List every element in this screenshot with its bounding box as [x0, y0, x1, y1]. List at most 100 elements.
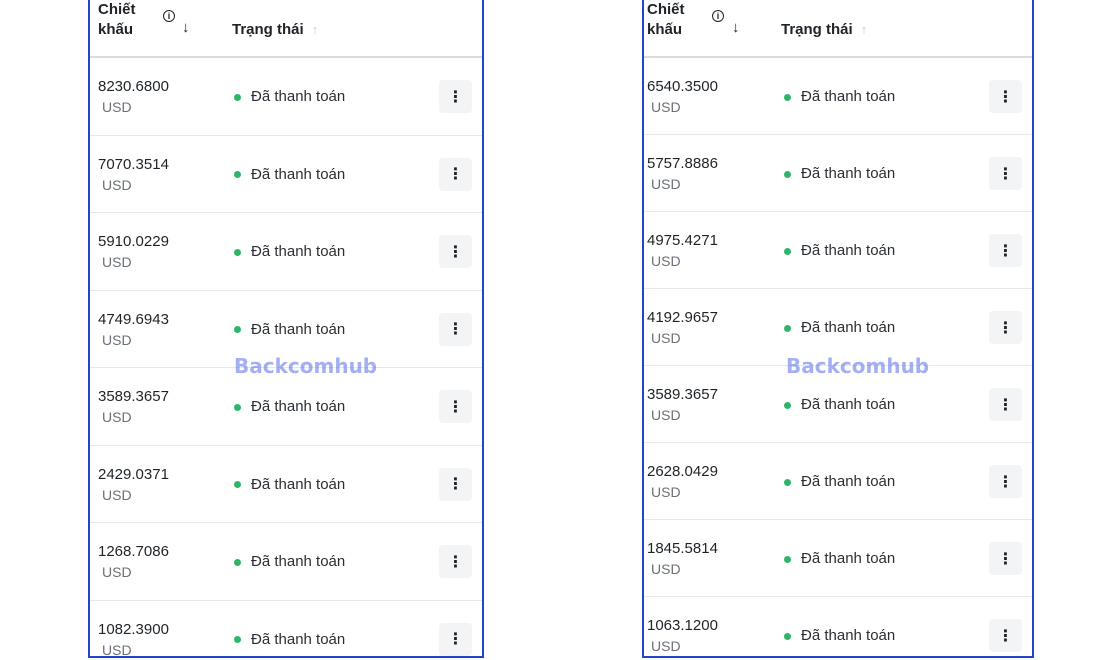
status-dot-icon	[234, 558, 241, 566]
payment-status: Đã thanh toán	[784, 318, 895, 338]
discount-amount: 4749.6943	[98, 310, 169, 328]
currency-code: USD	[102, 641, 132, 658]
currency-code: USD	[102, 486, 132, 503]
table-row[interactable]: 5757.8886 USD Đã thanh toán ⋮	[644, 135, 1032, 212]
more-vertical-icon: ⋮	[997, 396, 1014, 414]
left-table-panel: Chiết khấu i ↓ Trạng thái ↑ 8230.6800 USD…	[88, 0, 484, 658]
status-dot-icon	[784, 170, 791, 178]
table-row[interactable]: 6540.3500 USD Đã thanh toán ⋮	[644, 58, 1032, 135]
column-header-discount[interactable]: Chiết khấu	[647, 0, 692, 40]
discount-amount: 6540.3500	[647, 78, 718, 95]
column-header-status[interactable]: Trạng thái ↑	[781, 20, 867, 40]
column-header-status[interactable]: Trạng thái ↑	[232, 20, 318, 40]
table-row[interactable]: 2628.0429 USD Đã thanh toán ⋮	[644, 443, 1032, 520]
table-row[interactable]: 4975.4271 USD Đã thanh toán ⋮	[644, 212, 1032, 289]
currency-code: USD	[651, 99, 681, 115]
row-actions-button[interactable]: ⋮	[439, 390, 472, 423]
table-row[interactable]: 1845.5814 USD Đã thanh toán ⋮	[644, 520, 1032, 597]
payment-status: Đã thanh toán	[784, 87, 895, 107]
currency-code: USD	[102, 99, 132, 115]
more-vertical-icon: ⋮	[997, 242, 1014, 260]
status-dot-icon	[784, 632, 791, 640]
more-vertical-icon: ⋮	[997, 165, 1014, 183]
more-vertical-icon: ⋮	[997, 319, 1014, 337]
payment-status-label: Đã thanh toán	[251, 243, 346, 260]
sort-ascending-icon[interactable]: ↑	[312, 20, 319, 40]
payment-status-label: Đã thanh toán	[801, 88, 896, 105]
table-row[interactable]: 3589.3657 USD Đã thanh toán ⋮	[90, 368, 482, 446]
currency-code: USD	[651, 253, 681, 269]
currency-code: USD	[651, 561, 681, 577]
row-actions-button[interactable]: ⋮	[439, 622, 472, 656]
currency-code: USD	[651, 407, 681, 423]
more-vertical-icon: ⋮	[997, 550, 1014, 568]
more-vertical-icon: ⋮	[447, 398, 464, 416]
row-actions-button[interactable]: ⋮	[439, 235, 472, 268]
payment-status: Đã thanh toán	[234, 87, 345, 107]
row-actions-button[interactable]: ⋮	[989, 619, 1022, 652]
discount-amount: 7070.3514	[98, 155, 169, 173]
info-icon[interactable]: i	[712, 10, 724, 22]
sort-descending-icon[interactable]: ↓	[182, 20, 190, 36]
row-actions-button[interactable]: ⋮	[989, 465, 1022, 498]
info-icon[interactable]: i	[163, 10, 175, 22]
discount-amount: 1082.3900	[98, 620, 169, 638]
currency-code: USD	[651, 176, 681, 192]
row-actions-button[interactable]: ⋮	[989, 388, 1022, 421]
status-dot-icon	[784, 401, 791, 409]
payment-status: Đã thanh toán	[234, 630, 345, 650]
row-actions-button[interactable]: ⋮	[989, 234, 1022, 267]
discount-amount: 2429.0371	[98, 465, 169, 483]
table-row[interactable]: 2429.0371 USD Đã thanh toán ⋮	[90, 446, 482, 523]
status-dot-icon	[234, 326, 241, 333]
table-row[interactable]: 7070.3514 USD Đã thanh toán ⋮	[90, 136, 482, 213]
more-vertical-icon: ⋮	[997, 473, 1014, 491]
row-actions-button[interactable]: ⋮	[439, 545, 472, 578]
payment-status: Đã thanh toán	[234, 320, 345, 340]
status-dot-icon	[784, 247, 791, 255]
currency-code: USD	[102, 254, 132, 270]
payment-status-label: Đã thanh toán	[801, 550, 896, 567]
row-actions-button[interactable]: ⋮	[989, 311, 1022, 344]
table-row[interactable]: 3589.3657 USD Đã thanh toán ⋮	[644, 366, 1032, 443]
payment-status: Đã thanh toán	[784, 395, 895, 415]
payment-status-label: Đã thanh toán	[801, 242, 896, 259]
payment-status-label: Đã thanh toán	[801, 319, 896, 336]
payment-status: Đã thanh toán	[234, 397, 345, 417]
table-row[interactable]: 4749.6943 USD Đã thanh toán ⋮	[90, 291, 482, 368]
table-row[interactable]: 1063.1200 USD Đã thanh toán ⋮	[644, 597, 1032, 656]
row-actions-button[interactable]: ⋮	[439, 80, 472, 113]
table-row[interactable]: 1268.7086 USD Đã thanh toán ⋮	[90, 523, 482, 601]
payment-status-label: Đã thanh toán	[801, 627, 896, 644]
row-actions-button[interactable]: ⋮	[989, 542, 1022, 575]
more-vertical-icon: ⋮	[447, 166, 464, 183]
status-dot-icon	[234, 403, 241, 411]
sort-descending-icon[interactable]: ↓	[732, 20, 740, 36]
payment-status-label: Đã thanh toán	[251, 475, 346, 493]
discount-amount: 2628.0429	[647, 463, 718, 480]
row-actions-button[interactable]: ⋮	[989, 157, 1022, 190]
discount-amount: 4975.4271	[647, 232, 718, 249]
table-row[interactable]: 4192.9657 USD Đã thanh toán ⋮	[644, 289, 1032, 366]
status-dot-icon	[234, 171, 241, 178]
row-actions-button[interactable]: ⋮	[439, 157, 472, 191]
row-actions-button[interactable]: ⋮	[989, 80, 1022, 113]
sort-ascending-icon[interactable]: ↑	[861, 20, 868, 40]
status-dot-icon	[234, 636, 241, 643]
table-row[interactable]: 5910.0229 USD Đã thanh toán ⋮	[90, 213, 482, 291]
status-dot-icon	[784, 555, 791, 563]
table-row[interactable]: 1082.3900 USD Đã thanh toán ⋮	[90, 601, 482, 658]
payment-status: Đã thanh toán	[784, 472, 895, 492]
discount-amount: 4192.9657	[647, 309, 718, 326]
row-actions-button[interactable]: ⋮	[439, 467, 472, 501]
payment-status: Đã thanh toán	[234, 242, 345, 262]
row-actions-button[interactable]: ⋮	[439, 312, 472, 346]
status-dot-icon	[784, 324, 791, 332]
column-header-discount[interactable]: Chiết khấu	[98, 0, 143, 40]
status-dot-icon	[234, 248, 241, 256]
table-row[interactable]: 8230.6800 USD Đã thanh toán ⋮	[90, 58, 482, 136]
more-vertical-icon: ⋮	[447, 321, 464, 338]
currency-code: USD	[102, 409, 132, 425]
payment-status-label: Đã thanh toán	[251, 398, 346, 415]
currency-code: USD	[102, 564, 132, 580]
